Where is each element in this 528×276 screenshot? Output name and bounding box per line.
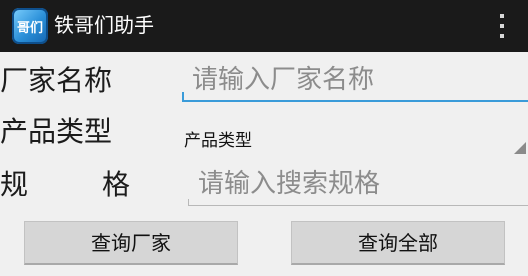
spec-label-char-1: 规 (0, 168, 29, 201)
overflow-menu-icon[interactable] (492, 12, 512, 40)
spec-label-char-2: 格 (102, 168, 131, 201)
action-bar: 哥们 铁哥们助手 (0, 0, 528, 52)
spinner-arrow-icon (514, 142, 526, 154)
query-factory-button[interactable]: 查询厂家 (24, 221, 238, 265)
factory-name-input[interactable]: 请输入厂家名称 (182, 62, 528, 102)
query-all-button[interactable]: 查询全部 (291, 221, 505, 265)
product-type-selected: 产品类型 (184, 131, 252, 151)
app-title: 铁哥们助手 (54, 13, 154, 37)
app-logo-text: 哥们 (16, 20, 43, 36)
app-logo-icon[interactable]: 哥们 (12, 8, 48, 44)
factory-name-label: 厂家名称 (0, 64, 113, 97)
spec-search-input[interactable]: 请输入搜索规格 (188, 166, 528, 206)
product-type-label: 产品类型 (0, 115, 113, 148)
product-type-spinner[interactable]: 产品类型 (180, 122, 528, 156)
